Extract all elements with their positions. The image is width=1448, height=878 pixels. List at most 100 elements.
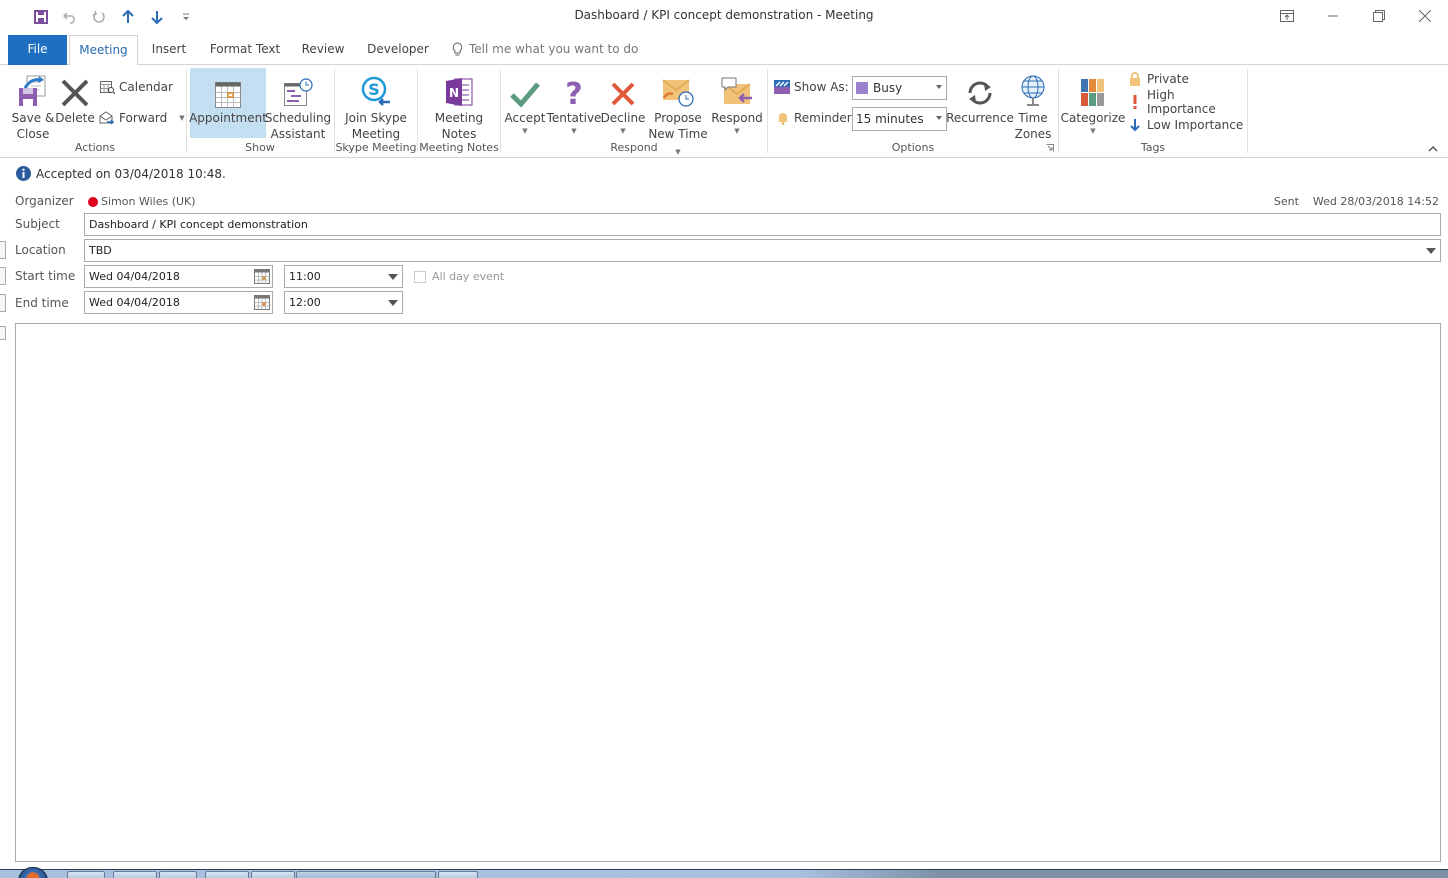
end-time-value: 12:00 xyxy=(289,296,321,309)
busy-color-swatch xyxy=(856,82,868,94)
skype-icon: S xyxy=(361,76,390,106)
end-date-field[interactable]: Wed 04/04/2018 xyxy=(84,291,273,314)
tab-review[interactable]: Review xyxy=(296,35,350,65)
reminder-dropdown[interactable]: 15 minutes xyxy=(852,107,947,131)
tab-developer[interactable]: Developer xyxy=(362,35,434,65)
tab-meeting[interactable]: Meeting xyxy=(69,35,138,66)
organizer[interactable]: Simon Wiles (UK) xyxy=(88,195,196,208)
appointment-button[interactable]: Appointment xyxy=(189,68,267,138)
accept-button[interactable]: Accept ▼ xyxy=(505,68,545,136)
checkbox[interactable] xyxy=(414,270,426,283)
info-message: Accepted on 03/04/2018 10:48. xyxy=(36,166,226,181)
join-skype-meeting-button[interactable]: S Join Skype Meeting xyxy=(341,68,411,142)
sent-label: Sent xyxy=(1273,195,1299,208)
sent-value: Wed 28/03/2018 14:52 xyxy=(1312,195,1439,208)
delete-icon xyxy=(61,79,89,107)
show-as-dropdown[interactable]: Busy xyxy=(852,76,947,100)
meeting-notes-label-1: Meeting xyxy=(434,111,484,125)
categorize-dropdown-icon[interactable]: ▼ xyxy=(1090,126,1095,136)
location-expand-button[interactable] xyxy=(0,241,6,259)
calendar-picker-icon[interactable] xyxy=(254,295,270,310)
start-time-expand-button[interactable] xyxy=(0,267,6,285)
all-day-label: All day event xyxy=(432,270,505,283)
taskbar-item[interactable] xyxy=(67,871,105,878)
forward-dropdown-icon[interactable]: ▼ xyxy=(179,114,184,122)
sent-info: Sent Wed 28/03/2018 14:52 xyxy=(1274,195,1439,208)
tab-insert[interactable]: Insert xyxy=(146,35,192,65)
tentative-button[interactable]: ? Tentative ▼ xyxy=(547,68,602,136)
end-time-label: End time xyxy=(15,296,69,310)
separator xyxy=(1247,69,1248,153)
collapse-ribbon-icon[interactable] xyxy=(1428,145,1438,153)
forward-button[interactable]: Forward ▼ xyxy=(99,108,185,128)
body-side-handle[interactable] xyxy=(0,326,6,340)
taskbar-item[interactable] xyxy=(438,871,478,878)
low-importance-button[interactable]: Low Importance xyxy=(1129,115,1243,135)
show-as-value: Busy xyxy=(873,81,903,95)
calendar-picker-icon[interactable] xyxy=(254,269,270,284)
group-label-actions: Actions xyxy=(74,141,116,154)
end-time-expand-button[interactable] xyxy=(0,294,6,312)
ribbon-display-options-icon xyxy=(1280,10,1294,22)
high-importance-button[interactable]: High Importance xyxy=(1129,88,1247,116)
recurrence-button[interactable]: Recurrence xyxy=(946,68,1014,126)
time-zones-button[interactable]: Time Zones xyxy=(1012,68,1054,142)
reminder-value: 15 minutes xyxy=(856,112,924,126)
close-button[interactable] xyxy=(1402,0,1448,32)
end-date-value: Wed 04/04/2018 xyxy=(89,296,180,309)
taskbar-item-active[interactable] xyxy=(296,871,436,878)
location-field[interactable]: TBD xyxy=(84,239,1441,262)
taskbar-item[interactable] xyxy=(113,871,157,878)
respond-button[interactable]: Respond ▼ xyxy=(711,68,763,136)
ribbon: Save & Close Delete Calendar Forward ▼ A… xyxy=(0,65,1448,158)
chevron-down-icon xyxy=(388,300,398,306)
group-respond: Accept ▼ ? Tentative ▼ Decline ▼ Propose… xyxy=(501,65,767,157)
end-time-dropdown[interactable]: 12:00 xyxy=(284,291,403,314)
lightbulb-icon xyxy=(452,42,463,56)
start-button[interactable] xyxy=(18,867,48,878)
start-date-field[interactable]: Wed 04/04/2018 xyxy=(84,265,273,288)
accept-dropdown-icon[interactable]: ▼ xyxy=(522,126,527,136)
ribbon-display-options-button[interactable] xyxy=(1264,0,1310,32)
tab-format-text[interactable]: Format Text xyxy=(204,35,286,65)
location-value: TBD xyxy=(89,244,112,257)
bell-icon xyxy=(778,113,788,125)
tentative-dropdown-icon[interactable]: ▼ xyxy=(571,126,576,136)
chevron-down-icon[interactable] xyxy=(1426,248,1436,254)
calendar-button[interactable]: Calendar xyxy=(100,77,173,97)
tell-me-search[interactable]: Tell me what you want to do xyxy=(452,42,638,56)
message-body[interactable] xyxy=(15,323,1441,862)
svg-text:?: ? xyxy=(565,78,582,108)
recurrence-label: Recurrence xyxy=(946,111,1014,125)
show-as-icon xyxy=(774,80,790,94)
time-zones-label-1: Time xyxy=(1018,111,1048,125)
meeting-notes-button[interactable]: N Meeting Notes xyxy=(428,68,490,142)
restore-button[interactable] xyxy=(1356,0,1402,32)
title-bar: Dashboard / KPI concept demonstration - … xyxy=(0,0,1448,34)
low-importance-icon xyxy=(1130,119,1140,132)
presence-status-icon xyxy=(88,196,98,207)
minimize-button[interactable] xyxy=(1310,0,1356,32)
dialog-launcher-icon[interactable] xyxy=(1046,144,1054,152)
delete-button[interactable]: Delete xyxy=(55,68,95,126)
private-button[interactable]: Private xyxy=(1129,69,1189,89)
tab-file[interactable]: File xyxy=(8,35,67,65)
taskbar-item[interactable] xyxy=(205,871,249,878)
decline-button[interactable]: Decline ▼ xyxy=(601,68,645,136)
scheduling-assistant-button[interactable]: Scheduling Assistant xyxy=(265,68,331,142)
location-label: Location xyxy=(15,243,66,257)
restore-icon xyxy=(1373,10,1385,22)
all-day-event-checkbox[interactable]: All day event xyxy=(414,270,504,283)
respond-dropdown-icon[interactable]: ▼ xyxy=(734,126,739,136)
lock-icon xyxy=(1130,72,1140,86)
subject-field[interactable]: Dashboard / KPI concept demonstration xyxy=(84,213,1441,236)
decline-dropdown-icon[interactable]: ▼ xyxy=(620,126,625,136)
appointment-icon xyxy=(215,82,241,108)
taskbar-item[interactable] xyxy=(251,871,295,878)
categorize-button[interactable]: Categorize ▼ xyxy=(1061,68,1125,136)
window-controls xyxy=(1264,0,1448,32)
taskbar-item[interactable] xyxy=(159,871,197,878)
save-close-button[interactable]: Save & Close xyxy=(10,68,56,142)
start-time-dropdown[interactable]: 11:00 xyxy=(284,265,403,288)
categorize-icon xyxy=(1081,79,1104,106)
